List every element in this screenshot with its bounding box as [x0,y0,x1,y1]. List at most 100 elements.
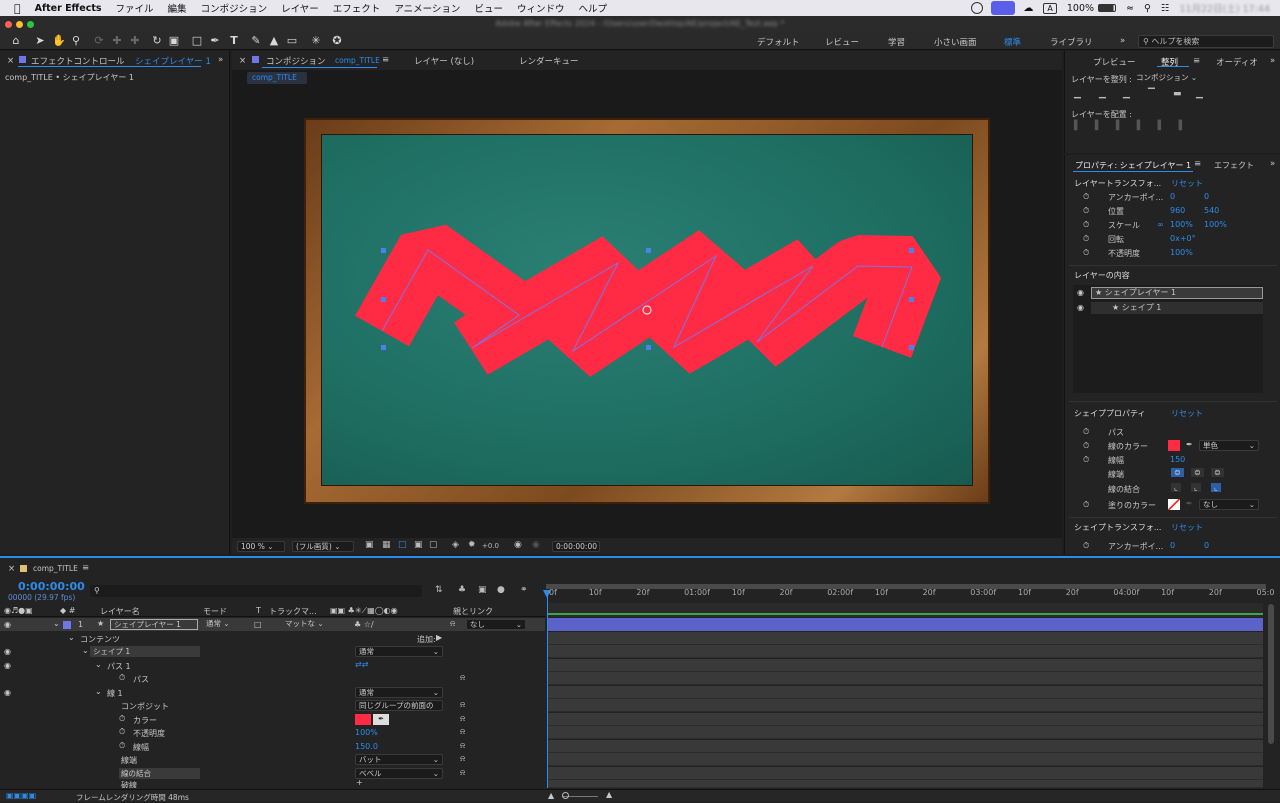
menu-file[interactable]: ファイル [109,1,161,15]
shape-transform-reset-link[interactable]: リセット [1171,522,1203,533]
add-label[interactable]: 追加: [417,634,436,645]
stopwatch-icon[interactable]: ⏱ [1083,206,1089,216]
shape-transform-heading[interactable]: シェイプトランスフォ... [1074,522,1161,533]
timeline-scrollbar[interactable] [1268,604,1274,744]
color-management-icon[interactable]: ✹ [468,540,476,550]
align-v-center-icon[interactable]: ▬ [1173,89,1182,99]
zigzag-shape-layer[interactable] [232,51,1062,554]
workspace-library[interactable]: ライブラリ [1050,36,1093,48]
home-icon[interactable]: ⌂ [9,34,23,48]
stopwatch-icon[interactable]: ⏱ [119,741,125,751]
path1-row[interactable]: ◉ ⌄ パス 1 ⇄⇄ [0,659,545,672]
dash-row[interactable]: 破線 + [0,780,545,788]
effect-panel-close-icon[interactable]: × [7,56,14,66]
contents-row[interactable]: ⌄ コンテンツ 追加: ▶ [0,632,545,645]
line-join-dropdown[interactable]: ベベル ⌄ [355,768,443,779]
layer-label-color[interactable] [63,621,71,629]
roto-brush-tool-icon[interactable]: ✳ [309,34,323,48]
snapshot-camera-icon[interactable]: ◉ [514,540,522,550]
line-cap-dropdown[interactable]: バット ⌄ [355,754,443,765]
time-ruler[interactable] [546,584,1268,604]
menu-composition[interactable]: コンポジション [194,1,275,15]
viewer-timecode[interactable]: 0:00:00:00 [552,541,600,552]
line-join-row[interactable]: 線の結合 ベベル ⌄ ⍾ [0,767,545,780]
pickwhip-icon[interactable]: ⍾ [460,727,465,737]
workspace-learn[interactable]: 学習 [888,36,905,48]
align-h-center-icon[interactable]: ▁ [1099,89,1106,99]
control-center-icon[interactable]: ☷ [1161,3,1170,14]
stroke-width-row[interactable]: ⏱ 線幅 150.0 ⍾ [0,740,545,753]
contents-shape-item[interactable]: ★ シェイプ 1 [1091,302,1263,314]
eye-icon[interactable]: ◉ [4,661,11,670]
expand-chevron-icon[interactable]: ⌄ [53,619,60,628]
selection-tool-icon[interactable]: ➤ [33,34,47,48]
battery-icon[interactable] [1098,4,1117,12]
track-z-tool-icon[interactable]: ✚ [128,34,142,48]
zoom-in-icon[interactable]: ▲ [606,790,612,799]
anchor-point-y[interactable]: 0 [1204,192,1209,201]
pickwhip-icon[interactable]: ⍾ [450,619,455,629]
orbit-tool-icon[interactable]: ⟳ [92,34,106,48]
constrain-proportions-icon[interactable]: ∞ [1157,220,1164,229]
align-left-icon[interactable]: ▁ [1074,89,1081,99]
search-icon[interactable]: ⚲ [1144,3,1151,14]
contents-layer-item[interactable]: ★ シェイプレイヤー 1 [1091,287,1263,299]
stopwatch-icon[interactable]: ⏱ [1083,541,1089,551]
opacity-row[interactable]: ⏱ 不透明度 100% ⍾ [0,726,545,739]
shape1-mode-dropdown[interactable]: 通常 ⌄ [355,646,443,657]
layer-mode-dropdown[interactable]: 通常 ⌄ [203,619,248,630]
cc-status-icon[interactable]: ☁ [1023,3,1033,14]
col-track-matte[interactable]: トラックマ... [269,606,317,617]
col-layer-name[interactable]: レイヤー名 [100,606,140,617]
preview-tab[interactable]: プレビュー [1093,56,1136,68]
panel-overflow-icon[interactable]: » [1270,159,1275,169]
align-to-dropdown[interactable]: コンポジション ⌄ [1133,73,1209,84]
safe-area-icon[interactable]: ▢ [429,540,438,550]
eye-icon[interactable]: ◉ [1077,303,1084,312]
workspace-standard[interactable]: 標準 [1004,36,1021,48]
menu-app-name[interactable]: After Effects [28,3,109,14]
eye-icon[interactable]: ◉ [1077,288,1084,297]
zoom-window-button[interactable] [27,21,34,28]
stopwatch-icon[interactable]: ⏱ [119,673,125,683]
workspace-overflow-icon[interactable]: » [1120,36,1125,46]
opacity-value[interactable]: 100% [355,728,378,737]
pen-tool-icon[interactable]: ✒ [208,34,222,48]
pickwhip-icon[interactable]: ⍾ [460,768,465,778]
layer-switches[interactable]: ♣ ☆∕ [354,620,374,629]
draft-3d-icon[interactable]: ♣ [458,585,466,595]
brush-tool-icon[interactable]: ✎ [249,34,263,48]
apple-icon[interactable]:  [0,2,28,15]
shape-anchor-y[interactable]: 0 [1204,541,1209,550]
stopwatch-icon[interactable]: ⏱ [1083,192,1089,202]
magnification-dropdown[interactable]: 100 % ⌄ [237,541,285,552]
layer-row-1[interactable]: ◉ ⌄ 1 ★ シェイプレイヤー 1 通常 ⌄ □ マットな ⌄ ♣ ☆∕ ⍾ … [0,618,545,631]
resolution-dropdown[interactable]: (フル画質) ⌄ [292,541,354,552]
position-y[interactable]: 540 [1204,206,1219,215]
workspace-review[interactable]: レビュー [825,36,859,48]
shape-anchor-x[interactable]: 0 [1170,541,1175,550]
round-cap-icon[interactable]: ⊜ [1191,468,1204,477]
effects-tab[interactable]: エフェクト [1214,160,1254,171]
align-top-icon[interactable]: ▔ [1148,89,1155,99]
menu-animation[interactable]: アニメーション [387,1,467,15]
menu-layer[interactable]: レイヤー [274,1,326,15]
pickwhip-icon[interactable]: ⍾ [460,673,465,683]
eyedropper-icon[interactable]: ✒ [1186,499,1193,508]
line-cap-row[interactable]: 線端 バット ⌄ ⍾ [0,753,545,766]
workspace-small-screen[interactable]: 小さい画面 [934,36,977,48]
eye-icon[interactable]: ◉ [4,647,11,656]
stroke-color-swatch[interactable] [1168,440,1180,451]
stopwatch-icon[interactable]: ⏱ [1083,248,1089,258]
stroke1-mode-dropdown[interactable]: 通常 ⌄ [355,687,443,698]
close-window-button[interactable] [5,21,12,28]
butt-cap-icon[interactable]: ⊜ [1171,468,1184,477]
shape1-row[interactable]: ◉ ⌄ シェイプ 1 通常 ⌄ [0,645,545,658]
color-channels-icon[interactable]: ◈ [452,540,459,550]
panel-overflow-icon[interactable]: » [218,55,223,65]
zoom-slider-handle[interactable] [562,792,569,799]
fill-color-swatch-none[interactable] [1168,499,1180,510]
composition-mini-flowchart-icon[interactable]: ⇅ [435,585,443,595]
composite-dropdown[interactable]: 同じグループの前面の [355,700,443,711]
exposure-value[interactable]: +0.0 [482,542,499,550]
